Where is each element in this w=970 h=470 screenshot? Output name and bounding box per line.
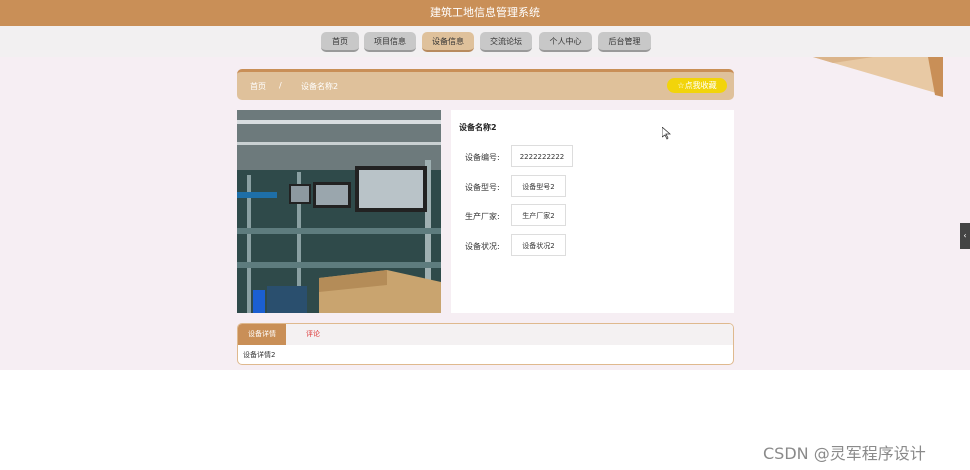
- field-label-status: 设备状况:: [465, 242, 500, 251]
- nav-item-home[interactable]: 首页: [321, 32, 359, 52]
- favorite-label: 点我收藏: [684, 81, 717, 90]
- nav-bar: 首页 项目信息 设备信息 交流论坛 个人中心 后台管理: [0, 26, 970, 57]
- nav-item-equipment[interactable]: 设备信息: [422, 32, 474, 52]
- equipment-title: 设备名称2: [459, 123, 497, 132]
- star-icon: ☆: [677, 81, 685, 90]
- field-value-model: 设备型号2: [511, 175, 566, 197]
- field-label-number: 设备编号:: [465, 153, 500, 162]
- tab-comments[interactable]: 评论: [298, 324, 328, 345]
- breadcrumb-home[interactable]: 首页: [250, 81, 266, 92]
- tab-bar: 设备详情 评论: [238, 324, 733, 345]
- side-panel-toggle[interactable]: ‹: [960, 223, 970, 249]
- breadcrumb-separator: /: [279, 81, 282, 90]
- tab-equipment-detail[interactable]: 设备详情: [238, 324, 286, 345]
- nav-item-admin[interactable]: 后台管理: [598, 32, 651, 52]
- breadcrumb: 首页 / 设备名称2 ☆点我收藏: [237, 69, 734, 100]
- mouse-cursor-icon: [662, 127, 671, 140]
- watermark: CSDN @灵军程序设计: [763, 444, 926, 463]
- nav-item-profile[interactable]: 个人中心: [539, 32, 592, 52]
- app-title: 建筑工地信息管理系统: [430, 6, 540, 19]
- equipment-photo: [237, 110, 441, 313]
- field-label-model: 设备型号:: [465, 183, 500, 192]
- favorite-button[interactable]: ☆点我收藏: [667, 78, 727, 93]
- field-label-manufacturer: 生产厂家:: [465, 212, 500, 221]
- tab-content: 设备详情2: [243, 351, 276, 359]
- field-value-manufacturer: 生产厂家2: [511, 204, 566, 226]
- nav-item-forum[interactable]: 交流论坛: [480, 32, 532, 52]
- decorative-banner: [813, 57, 943, 97]
- app-header: 建筑工地信息管理系统: [0, 0, 970, 26]
- breadcrumb-current: 设备名称2: [301, 82, 339, 91]
- detail-tabs: 设备详情 评论 设备详情2: [237, 323, 734, 365]
- field-value-status: 设备状况2: [511, 234, 566, 256]
- equipment-info-panel: 设备名称2 设备编号: 2222222222 设备型号: 设备型号2 生产厂家:…: [451, 110, 734, 313]
- nav-item-projects[interactable]: 项目信息: [364, 32, 416, 52]
- field-value-number: 2222222222: [511, 145, 573, 167]
- chevron-left-icon: ‹: [963, 231, 967, 240]
